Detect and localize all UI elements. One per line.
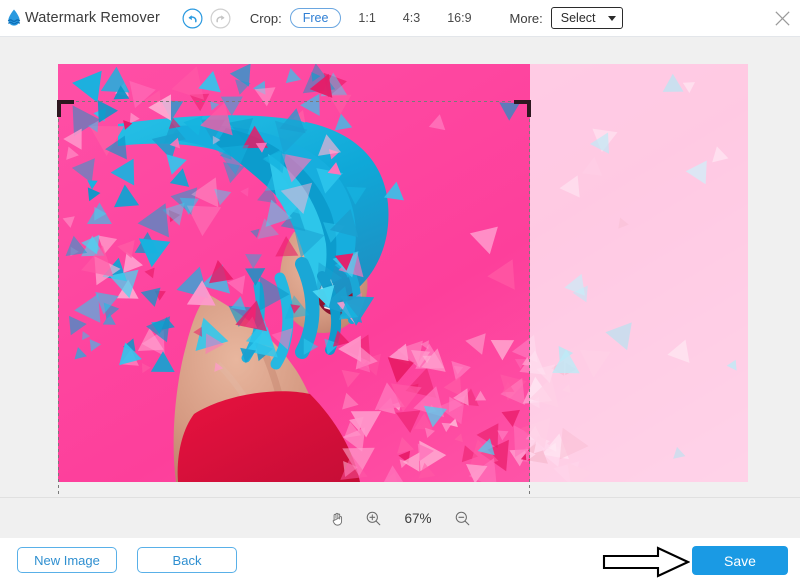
new-image-button[interactable]: New Image: [17, 547, 117, 573]
more-select-dropdown[interactable]: Select: [551, 7, 623, 29]
hand-pan-icon[interactable]: [329, 510, 346, 527]
zoom-level-value: 67%: [401, 511, 435, 526]
crop-ratio-4-3[interactable]: 4:3: [393, 9, 430, 27]
right-arrow-annotation: [602, 546, 690, 578]
zoom-in-icon[interactable]: [365, 510, 382, 527]
photo-artwork: [58, 64, 748, 482]
crop-ratio-group: Crop: Free 1:1 4:3 16:9: [250, 8, 482, 28]
app-brand: Watermark Remover: [4, 8, 160, 28]
back-button[interactable]: Back: [137, 547, 237, 573]
crop-ratio-1-1[interactable]: 1:1: [348, 9, 385, 27]
top-toolbar: Watermark Remover Crop: Free 1: [0, 0, 800, 37]
crop-label: Crop:: [250, 11, 282, 26]
save-button[interactable]: Save: [692, 546, 788, 575]
more-select-value: Select: [561, 11, 596, 25]
water-drop-wave-icon: [4, 8, 24, 28]
history-buttons: [182, 8, 231, 29]
app-title: Watermark Remover: [25, 10, 160, 26]
zoom-toolbar: 67%: [0, 497, 800, 538]
crop-ratio-free[interactable]: Free: [290, 8, 342, 28]
close-icon[interactable]: [770, 6, 794, 30]
edited-image[interactable]: [58, 64, 748, 482]
image-canvas[interactable]: [0, 37, 800, 497]
zoom-out-icon[interactable]: [454, 510, 471, 527]
chevron-down-icon: [608, 16, 616, 21]
watermark-remover-window: Watermark Remover Crop: Free 1: [0, 0, 800, 581]
crop-ratio-16-9[interactable]: 16:9: [437, 9, 481, 27]
redo-arrow-icon[interactable]: [210, 8, 231, 29]
more-group: More: Select: [510, 7, 623, 29]
undo-arrow-icon[interactable]: [182, 8, 203, 29]
more-label: More:: [510, 11, 543, 26]
